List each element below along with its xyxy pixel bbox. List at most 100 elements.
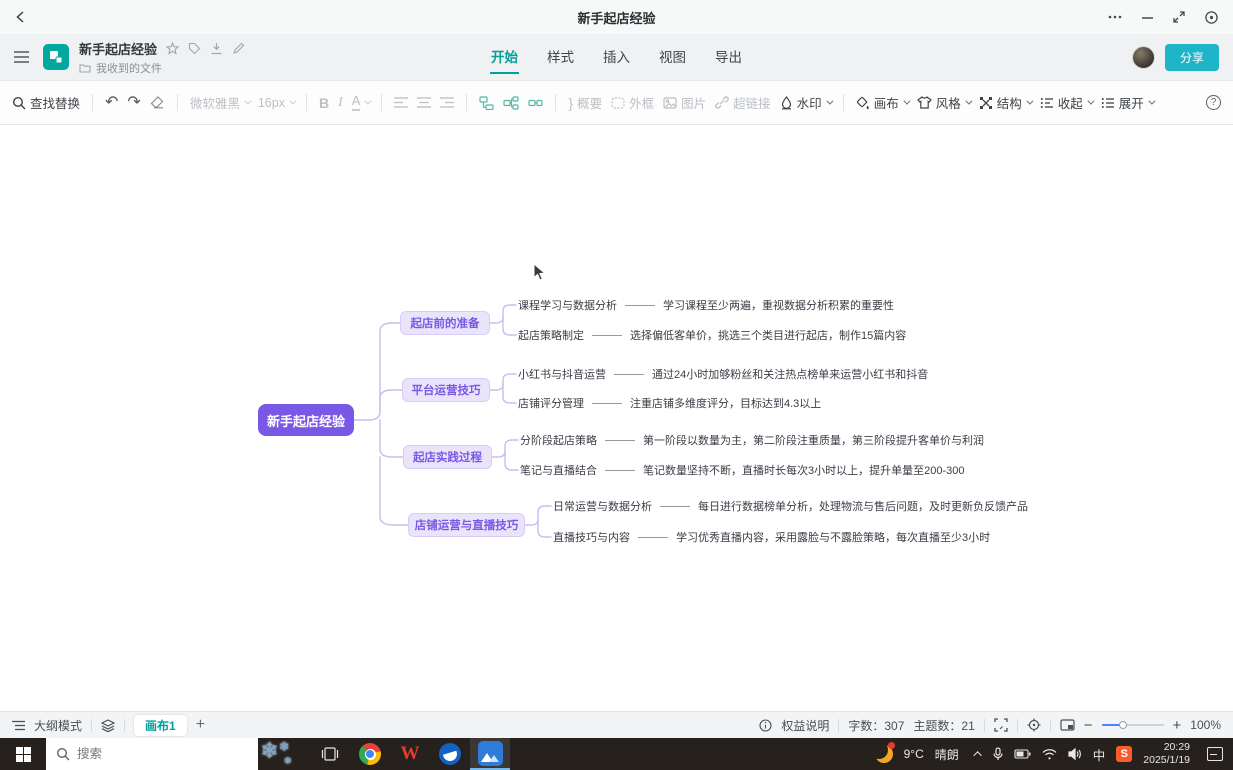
zoom-in-button[interactable]: + [1173, 717, 1182, 734]
taskbar-clock[interactable]: 20:29 2025/1/19 [1143, 741, 1190, 767]
zoom-slider-knob[interactable] [1119, 721, 1127, 729]
battery-icon[interactable] [1014, 749, 1031, 759]
minimize-icon[interactable] [1141, 11, 1154, 24]
insert-sibling-node-icon[interactable] [479, 96, 494, 110]
mindmap-branch-node[interactable]: 起店实践过程 [403, 445, 492, 469]
mindmap-leaf-row[interactable]: 店铺评分管理 注重店铺多维度评分，目标达到4.3以上 [518, 395, 821, 411]
taskbar-search[interactable]: ❄❄❄ [46, 738, 258, 770]
mindmap-leaf-row[interactable]: 起店策略制定 选择偏低客单价，挑选三个类目进行起店，制作15篇内容 [518, 327, 906, 343]
insert-child-node-icon[interactable] [503, 96, 519, 110]
collapse-button[interactable]: 收起 [1040, 93, 1092, 112]
mindmap-root-node[interactable]: 新手起店经验 [258, 404, 354, 436]
watermark-button[interactable]: 水印 [780, 93, 831, 112]
help-icon[interactable]: ? [1206, 95, 1221, 110]
mindmap-leaf-row[interactable]: 直播技巧与内容 学习优秀直播内容，采用露脸与不露脸策略，每次直播至少3小时 [553, 529, 990, 545]
notification-center-icon[interactable] [1207, 747, 1223, 761]
sogou-input-icon[interactable]: S [1116, 746, 1132, 762]
tab-insert[interactable]: 插入 [602, 40, 631, 74]
mindmap-leaf-row[interactable]: 日常运营与数据分析 每日进行数据榜单分析，处理物流与售后问题，及时更新负反馈产品 [553, 498, 1028, 514]
edit-icon[interactable] [232, 42, 245, 55]
mindmap-app-button[interactable] [470, 738, 510, 770]
target-icon[interactable] [1204, 10, 1219, 25]
add-canvas-button[interactable]: + [196, 716, 205, 734]
weather-desc[interactable]: 晴朗 [935, 746, 959, 763]
mouse-cursor [533, 263, 547, 281]
align-left-icon[interactable] [394, 97, 408, 108]
titlebar: 新手起店经验 [0, 0, 1233, 34]
blue-app-button[interactable] [430, 738, 470, 770]
tab-export[interactable]: 导出 [714, 40, 743, 74]
tab-style[interactable]: 样式 [546, 40, 575, 74]
format-eraser-button[interactable] [150, 96, 165, 109]
mindmap-leaf-row[interactable]: 笔记与直播结合 笔记数量坚持不断，直播时长每次3小时以上，提升单量至200-30… [520, 462, 965, 478]
microphone-icon[interactable] [993, 747, 1003, 761]
resize-icon[interactable] [1172, 10, 1186, 24]
summary-button[interactable]: } 概要 [568, 93, 602, 112]
canvas-settings-button[interactable]: 画布 [856, 93, 908, 112]
zoom-out-button[interactable]: − [1084, 717, 1093, 734]
fit-screen-icon[interactable] [994, 718, 1008, 732]
chevron-down-icon [244, 98, 251, 105]
mindmap-leaf-row[interactable]: 小红书与抖音运营 通过24小时加够粉丝和关注热点榜单来运营小红书和抖音 [518, 366, 928, 382]
more-options-icon[interactable] [1107, 10, 1123, 24]
document-location[interactable]: 我收到的文件 [96, 60, 162, 76]
mindmap-branch-node[interactable]: 平台运营技巧 [402, 378, 490, 402]
expand-button[interactable]: 展开 [1101, 93, 1153, 112]
image-button[interactable]: 图片 [663, 93, 706, 112]
connector-lines [0, 125, 1233, 711]
mindmap-leaf-row[interactable]: 分阶段起店策略 第一阶段以数量为主，第二阶段注重质量，第三阶段提升客单价与利润 [520, 432, 984, 448]
font-size-select[interactable]: 16px [258, 96, 294, 110]
mindmap-app-icon [478, 741, 503, 766]
download-icon[interactable] [210, 42, 223, 55]
search-input[interactable] [77, 747, 187, 761]
undo-button[interactable]: ↶ [105, 95, 118, 111]
italic-button[interactable]: I [338, 95, 343, 111]
style-button[interactable]: 风格 [917, 93, 970, 112]
mindmap-leaf-row[interactable]: 课程学习与数据分析 学习课程至少两遍，重视数据分析积累的重要性 [518, 297, 894, 313]
redo-button[interactable]: ↷ [127, 95, 140, 111]
structure-button[interactable]: 结构 [979, 93, 1031, 112]
share-button[interactable]: 分享 [1165, 44, 1219, 71]
tab-view[interactable]: 视图 [658, 40, 687, 74]
toolbar: 查找替换 ↶ ↷ 微软雅黑 16px B I A [0, 80, 1233, 125]
locate-center-icon[interactable] [1027, 718, 1041, 732]
back-icon[interactable] [14, 10, 28, 24]
tab-start[interactable]: 开始 [490, 40, 519, 74]
wifi-icon[interactable] [1042, 749, 1057, 760]
mindmap-branch-node[interactable]: 店铺运营与直播技巧 [408, 513, 525, 537]
zoom-slider[interactable] [1102, 724, 1164, 726]
rights-link[interactable]: 权益说明 [781, 717, 829, 734]
layers-icon[interactable] [101, 719, 115, 732]
minimap-icon[interactable] [1060, 719, 1075, 731]
leaf-connector [625, 305, 655, 306]
user-avatar[interactable] [1132, 46, 1155, 69]
bold-button[interactable]: B [319, 95, 329, 111]
insert-parent-node-icon[interactable] [528, 96, 543, 110]
chrome-app-button[interactable] [350, 738, 390, 770]
font-color-button[interactable]: A [352, 94, 370, 110]
tag-icon[interactable] [188, 42, 201, 55]
mindmap-canvas[interactable]: 新手起店经验 起店前的准备 平台运营技巧 起店实践过程 店铺运营与直播技巧 课程… [0, 125, 1233, 711]
find-replace-button[interactable]: 查找替换 [12, 93, 80, 112]
divider [838, 719, 839, 732]
start-button[interactable] [0, 738, 46, 770]
weather-icon[interactable] [875, 745, 893, 763]
hyperlink-button[interactable]: 超链接 [715, 93, 771, 112]
hidden-icons-chevron[interactable] [973, 751, 981, 759]
document-actions [166, 42, 245, 55]
weather-temp[interactable]: 9°C [904, 747, 924, 761]
ime-indicator[interactable]: 中 [1093, 745, 1106, 764]
hamburger-menu-icon[interactable] [14, 51, 29, 63]
align-center-icon[interactable] [417, 97, 431, 108]
boundary-button[interactable]: 外框 [611, 93, 654, 112]
wps-app-button[interactable]: W [390, 738, 430, 770]
outline-mode-button[interactable]: 大纲模式 [34, 717, 82, 734]
chevron-down-icon [1087, 98, 1094, 105]
task-view-button[interactable] [310, 738, 350, 770]
canvas-tab[interactable]: 画布1 [134, 715, 187, 736]
font-family-select[interactable]: 微软雅黑 [190, 93, 249, 112]
align-right-icon[interactable] [440, 97, 454, 108]
star-icon[interactable] [166, 42, 179, 55]
mindmap-branch-node[interactable]: 起店前的准备 [400, 311, 490, 335]
speaker-icon[interactable] [1068, 748, 1082, 760]
